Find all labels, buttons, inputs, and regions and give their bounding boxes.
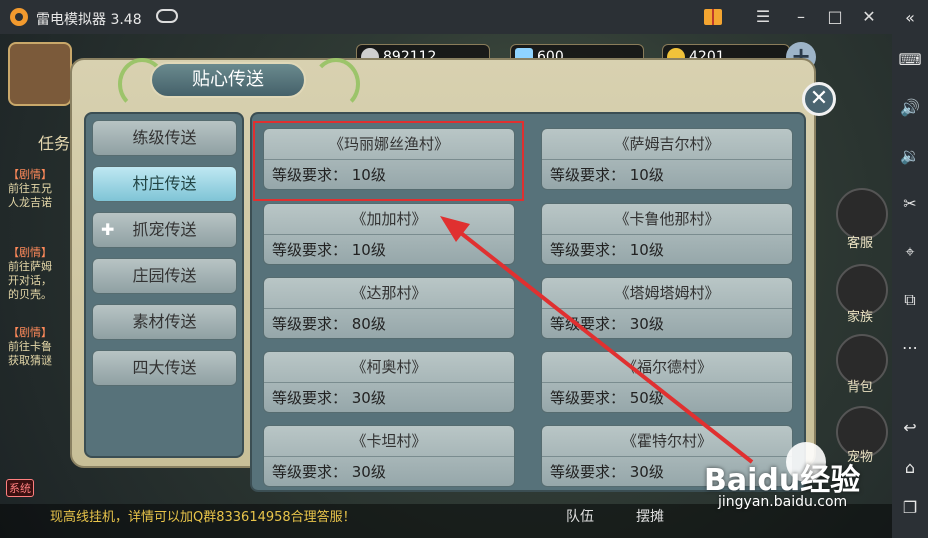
watermark-brand: Baidu经验 <box>704 463 861 498</box>
watermark-url: jingyan.baidu.com <box>718 494 848 510</box>
